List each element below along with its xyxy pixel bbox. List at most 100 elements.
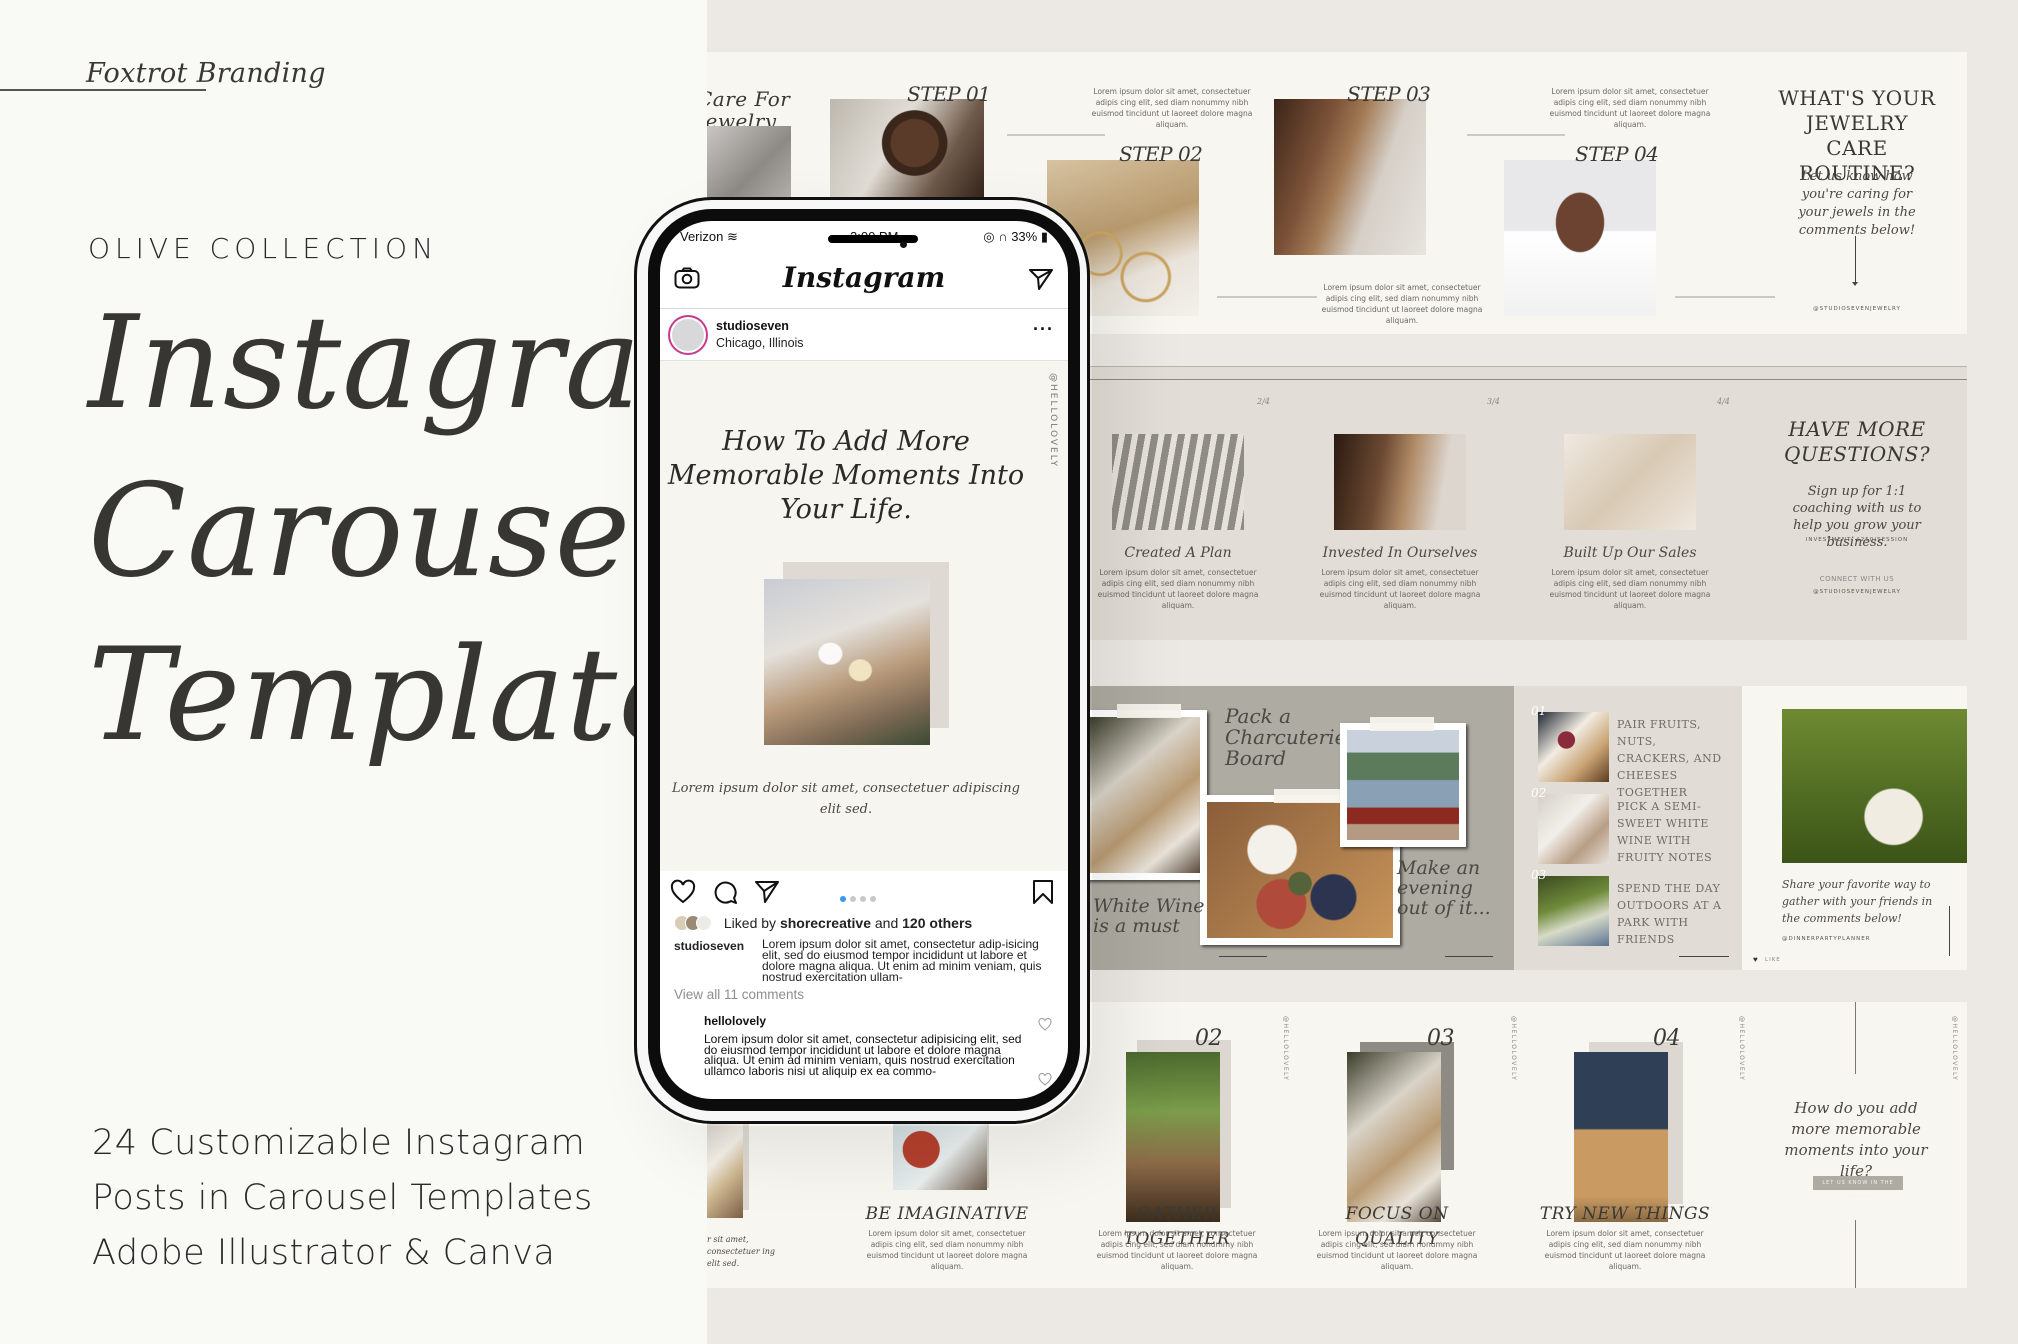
carousel-dot[interactable] <box>870 896 876 902</box>
tip-text: PICK A SEMI-SWEET WHITE WINE WITH FRUITY… <box>1617 800 1713 864</box>
comment-icon[interactable] <box>712 879 738 905</box>
carrier-label: Verizon ≋ <box>680 229 738 244</box>
plan-photo <box>1112 434 1244 530</box>
share-icon[interactable] <box>754 879 780 905</box>
tip-text: SPEND THE DAY OUTDOORS AT A PARK WITH FR… <box>1617 882 1722 946</box>
vertical-handle: @HELLOLOVELY <box>1951 1016 1958 1082</box>
carousel-dot[interactable] <box>850 896 856 902</box>
divider <box>1675 296 1775 298</box>
post-username[interactable]: studioseven <box>716 319 789 333</box>
carousel-dots <box>840 889 880 907</box>
step-02-label: STEP 02 <box>1119 142 1203 166</box>
item-text: Lorem ipsum dolor sit amet, consectetuer… <box>1544 1229 1706 1271</box>
evening-text: Make an evening out of it... <box>1397 857 1491 919</box>
brand-underline <box>0 89 206 91</box>
handle: @STUDIOSEVENJEWELRY <box>1813 589 1901 595</box>
headphones-icon: ◎ ∩ <box>983 229 1008 244</box>
sales-photo <box>1564 434 1696 530</box>
quality-photo <box>1347 1052 1441 1222</box>
arrow-right-icon <box>1445 956 1493 957</box>
ourselves-photo <box>1334 434 1466 530</box>
likes-summary[interactable]: Liked by shorecreative and 120 others <box>674 915 972 931</box>
comment-text: Lorem ipsum dolor sit amet, consectetur … <box>704 1032 1022 1078</box>
item-number: 02 <box>1195 1026 1223 1051</box>
page-indicator: 4/4 <box>1717 397 1730 406</box>
product-description: 24 Customizable Instagram Posts in Carou… <box>92 1116 593 1281</box>
item-number: 04 <box>1653 1026 1681 1051</box>
wine-woman-photo <box>1347 730 1459 840</box>
item-number: 03 <box>1427 1026 1455 1051</box>
jewelry-photo-partial <box>707 126 791 198</box>
likes-count[interactable]: 120 others <box>902 915 972 931</box>
tip-photo <box>1538 794 1609 864</box>
camera-dot <box>900 241 907 248</box>
item-title: Created A Plan <box>1124 545 1232 561</box>
step-03-text: Lorem ipsum dolor sit amet, consectetuer… <box>1321 283 1483 325</box>
comment-like-icon[interactable] <box>1038 1073 1052 1086</box>
step-01-text: Lorem ipsum dolor sit amet, consectetuer… <box>1091 87 1253 129</box>
post-header: studioseven Chicago, Illinois ··· <box>660 309 1068 361</box>
carousel-dot-active[interactable] <box>840 896 846 902</box>
comment: hellolovely Lorem ipsum dolor sit amet, … <box>704 1014 1038 1078</box>
item-title: Invested In Ourselves <box>1322 545 1478 561</box>
gather-photo <box>1126 1052 1220 1222</box>
description-line: Posts in Carousel Templates <box>92 1178 593 1218</box>
post-actions <box>660 875 1068 911</box>
divider <box>1217 296 1317 298</box>
view-all-comments-link[interactable]: View all 11 comments <box>674 987 804 1002</box>
tip-number: 03 <box>1531 868 1547 882</box>
picnic-photo <box>1090 717 1200 873</box>
direct-message-icon[interactable] <box>1028 267 1054 291</box>
caption-username[interactable]: studioseven <box>674 939 744 953</box>
bookmark-icon[interactable] <box>1030 879 1056 905</box>
like-heart-icon[interactable] <box>670 879 696 905</box>
divider-vertical <box>1855 1220 1856 1288</box>
more-options-icon[interactable]: ··· <box>1033 319 1054 340</box>
item-text: Lorem ipsum dolor sit amet, consectetuer… <box>1549 568 1711 610</box>
step-03-label: STEP 03 <box>1347 82 1431 106</box>
share-text: Share your favorite way to gather with y… <box>1782 878 1933 925</box>
wifi-icon: ≋ <box>727 229 738 244</box>
tip-number: 01 <box>1531 704 1547 718</box>
carousel-dot[interactable] <box>860 896 866 902</box>
page-indicator: 2/4 <box>1257 397 1270 406</box>
like-label[interactable]: LIKE <box>1765 957 1781 963</box>
comment-like-icon[interactable] <box>1038 1018 1052 1031</box>
step-01-photo <box>830 99 984 209</box>
step-03-photo <box>1274 99 1426 255</box>
avatar[interactable] <box>668 315 708 355</box>
post-title: How To Add More Memorable Moments Into Y… <box>667 426 1025 525</box>
step-03-text-top: Lorem ipsum dolor sit amet, consectetuer… <box>1549 87 1711 129</box>
liker-username[interactable]: shorecreative <box>780 915 871 931</box>
partial-caption: r sit amet, consectetuer ing elit sed. <box>707 1235 776 1268</box>
phone-mockup: Verizon ≋ 2:00 PM ◎ ∩ 33% ▮ Instagram st… <box>648 209 1080 1111</box>
post-handle: @HELLOLOVELY <box>1048 373 1058 469</box>
left-panel: Foxtrot Branding OLIVE COLLECTION Instag… <box>0 0 763 1344</box>
step-04-photo <box>1504 160 1656 316</box>
post-location[interactable]: Chicago, Illinois <box>716 336 804 350</box>
post-image[interactable]: How To Add More Memorable Moments Into Y… <box>660 361 1068 871</box>
final-question-title: HAVE MORE QUESTIONS? <box>1783 417 1931 466</box>
heart-icon[interactable]: ♥ <box>1753 955 1758 964</box>
brand-name: Foxtrot Branding <box>86 58 326 89</box>
vertical-handle: @HELLOLOVELY <box>1738 1016 1745 1082</box>
final-question-text: Let us know how you're caring for your j… <box>1798 169 1916 238</box>
divider <box>1007 134 1105 136</box>
cheers-photo <box>764 579 930 745</box>
final-question-text: How do you add more memorable moments in… <box>1784 1099 1928 1180</box>
likes-prefix: Liked by <box>723 915 777 931</box>
cheers-photo-partial <box>707 1124 743 1218</box>
battery-icon: ▮ <box>1040 229 1048 244</box>
comment-username[interactable]: hellolovely <box>704 1014 1038 1028</box>
tape <box>1117 704 1181 718</box>
comment-cta-button[interactable]: LET US KNOW IN THE COMMENTS! <box>1813 1176 1903 1200</box>
item-title: TRY NEW THINGS <box>1539 1204 1711 1224</box>
tip-number: 02 <box>1531 786 1547 800</box>
instagram-logo: Instagram <box>782 261 946 294</box>
divider-vertical <box>1855 1002 1856 1074</box>
item-text: Lorem ipsum dolor sit amet, consectetuer… <box>1319 568 1481 610</box>
post-caption: Lorem ipsum dolor sit amet, consectetuer… <box>672 781 1020 817</box>
arrow-right-icon <box>1679 956 1729 957</box>
tape <box>1370 717 1434 731</box>
liker-avatar <box>696 915 712 931</box>
